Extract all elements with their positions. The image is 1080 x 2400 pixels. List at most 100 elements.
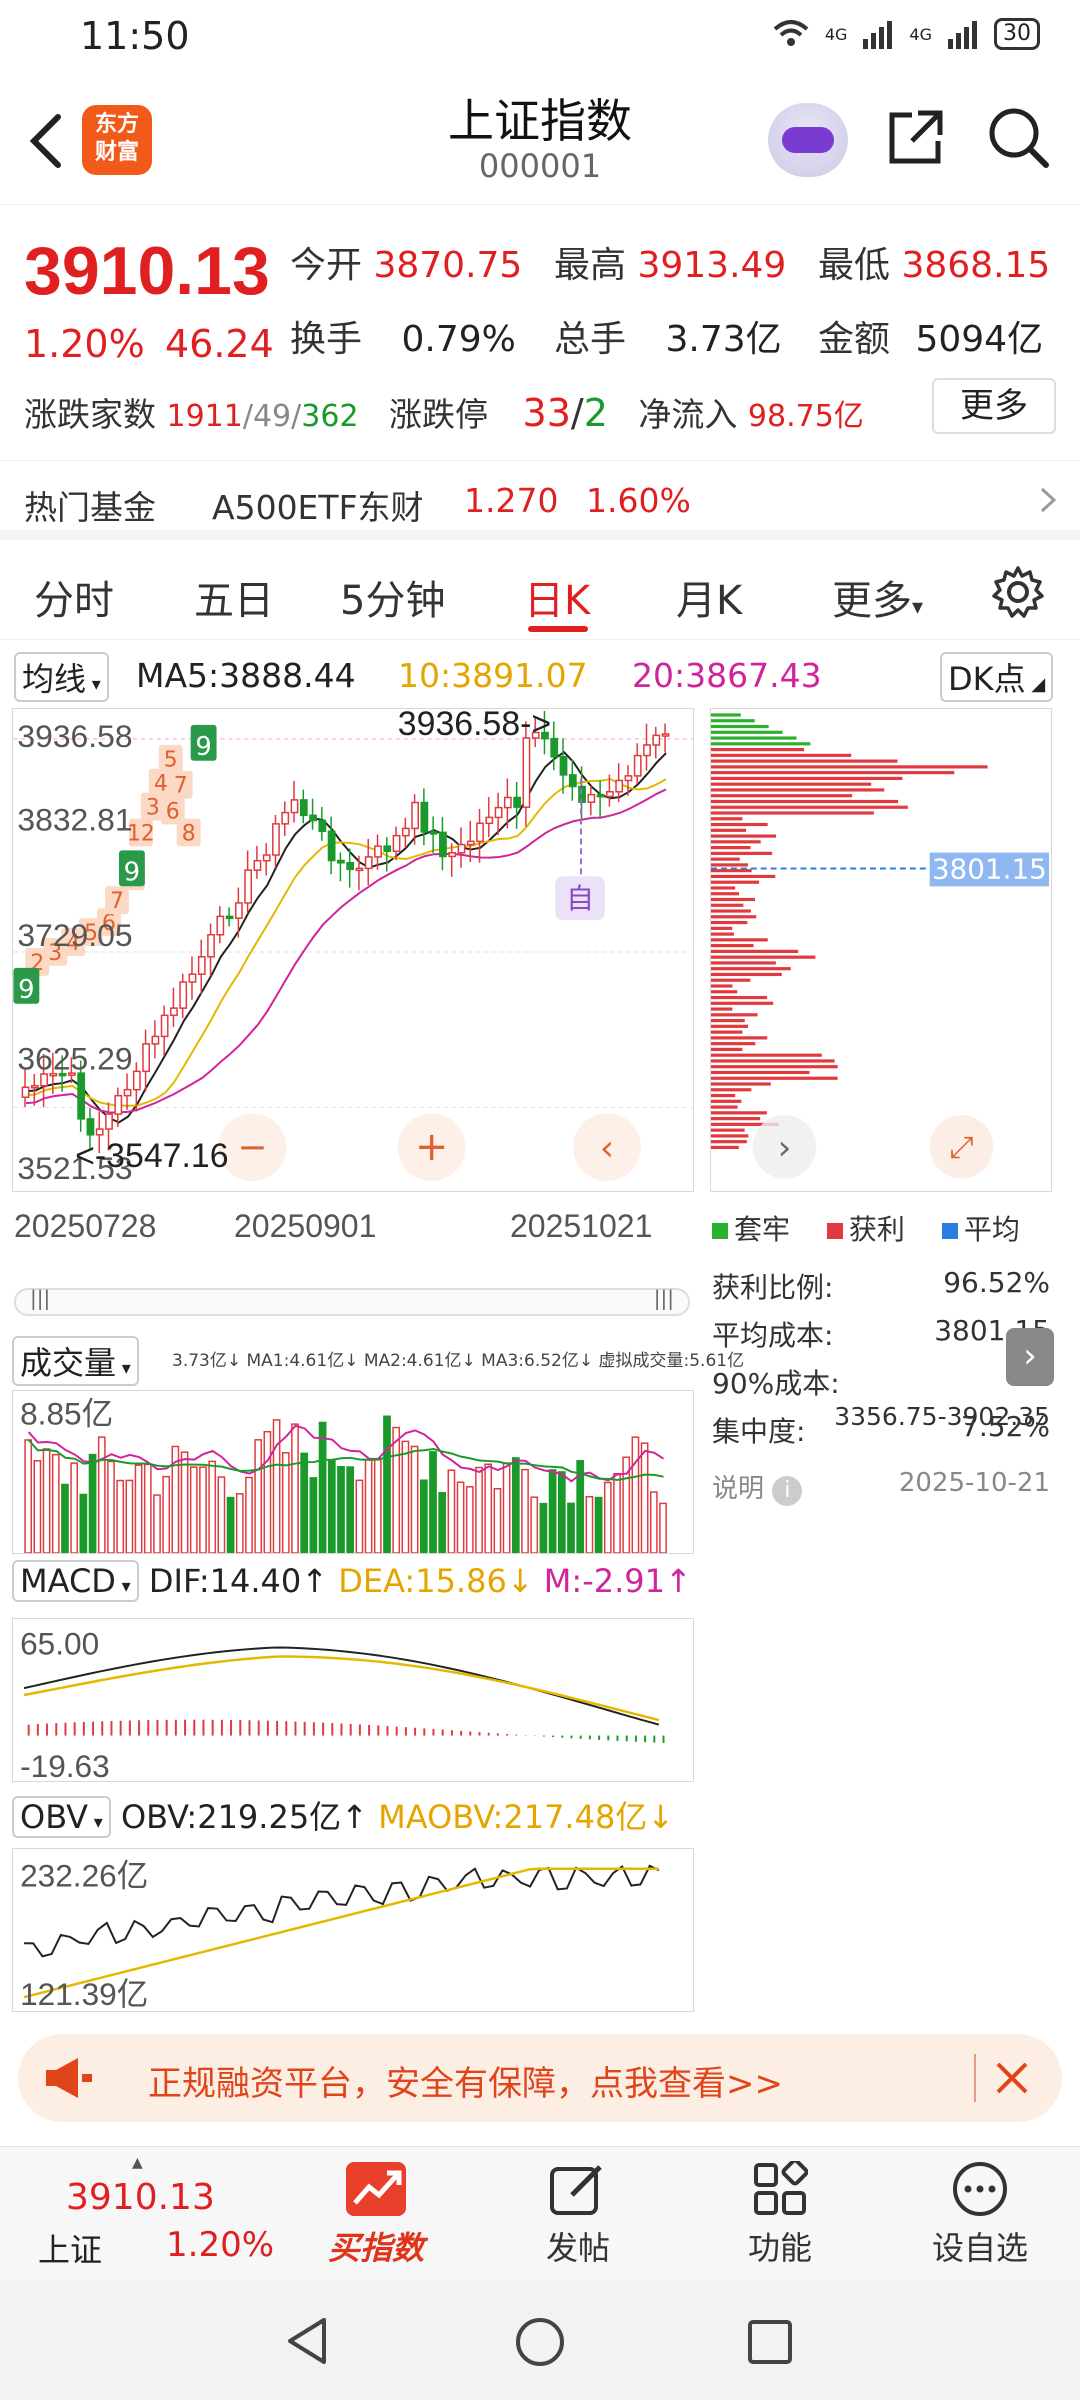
battery-icon: 30 (994, 18, 1040, 50)
obv-bottom-label: 121.39亿 (20, 1976, 148, 2012)
tab-intraday[interactable]: 分时 (34, 568, 114, 626)
candle (262, 854, 271, 862)
volume-bar (649, 1491, 658, 1553)
chip-bar (711, 828, 747, 832)
profit-ratio-label: 获利比例: (712, 1271, 834, 1304)
kline-chart[interactable]: 543126782345678999 自 − + ‹ 3936.58 3832.… (12, 708, 694, 1192)
macd-selector[interactable]: MACD ▾ (12, 1560, 139, 1602)
candle (142, 1043, 150, 1073)
ma-selector[interactable]: 均线 ▾ (14, 652, 109, 702)
volume-label: 总手 (554, 319, 627, 360)
volume-bar (61, 1483, 69, 1553)
functions-button[interactable]: 功能 (700, 2161, 860, 2269)
post-button[interactable]: 发帖 (498, 2161, 658, 2269)
volume-bar (640, 1442, 649, 1553)
chip-bar (711, 1134, 749, 1138)
chip-bar (711, 1076, 838, 1080)
ma-row: 均线 ▾ MA5:3888.44 10:3891.07 20:3867.43 D… (0, 650, 1080, 702)
search-icon[interactable] (986, 105, 1050, 169)
chip-bar (711, 880, 760, 884)
tab-five-day[interactable]: 五日 (194, 568, 274, 626)
tab-more[interactable]: 更多▾ (832, 568, 923, 626)
candle (290, 799, 299, 814)
chip-bar (711, 719, 755, 723)
open-value: 3870.75 (373, 245, 523, 286)
volume-bar (364, 1458, 373, 1553)
home-circle-icon[interactable] (514, 2316, 566, 2368)
back-triangle-icon[interactable] (284, 2316, 332, 2366)
volume-bar (116, 1479, 125, 1553)
more-stats-button[interactable]: 更多 (932, 378, 1056, 434)
info-icon[interactable]: i (772, 1476, 803, 1506)
gear-icon[interactable] (990, 564, 1046, 620)
chip-bar (711, 713, 741, 717)
add-watchlist-button[interactable]: 设自选 (900, 2161, 1060, 2269)
candle (123, 1088, 132, 1097)
high-label: 最高 (554, 245, 627, 286)
sequence-marker: 3 (146, 796, 160, 821)
close-icon[interactable] (990, 2056, 1034, 2100)
chip-bar (711, 967, 791, 971)
tab-daily-k[interactable]: 日K (524, 568, 590, 626)
share-icon[interactable] (884, 105, 948, 169)
obv-chart[interactable]: 232.26亿 121.39亿 (12, 1848, 694, 2012)
volume-bar (659, 1502, 667, 1553)
svg-text:−: − (237, 1127, 267, 1168)
ma5-value: MA5:3888.44 (136, 656, 356, 695)
volume-bar (42, 1448, 51, 1553)
chip-bar (711, 753, 852, 757)
candle (568, 774, 577, 788)
buy-index-button[interactable]: 买指数 (296, 2161, 456, 2269)
chip-distribution-chart[interactable]: 3801.15 › ⤢ (710, 708, 1052, 1192)
recents-square-icon[interactable] (746, 2318, 794, 2366)
volume-bar (337, 1465, 345, 1553)
index-quote-tile[interactable]: ▲ 3910.13 上证 1.20% (20, 2155, 274, 2273)
chip-bar (711, 926, 733, 930)
chip-bar (711, 984, 733, 988)
dk-point-button[interactable]: DK点 ◢ (940, 652, 1054, 702)
tab-monthly-k[interactable]: 月K (676, 568, 742, 626)
candle (550, 737, 559, 758)
obv-selector[interactable]: OBV ▾ (12, 1796, 111, 1838)
candle (392, 834, 401, 853)
ai-assistant-icon[interactable] (768, 103, 848, 177)
chip-bar (711, 811, 874, 815)
change-percent: 1.20% (24, 322, 145, 366)
high-value: 3913.49 (637, 245, 787, 286)
volume-bar (199, 1466, 207, 1553)
chart-scrollbar[interactable]: ||| ||| (14, 1286, 690, 1316)
volume-selector[interactable]: 成交量 ▾ (12, 1336, 139, 1386)
candle (503, 796, 512, 809)
turnover-value: 0.79% (401, 319, 516, 360)
volume-bar (272, 1419, 281, 1553)
volume-bar (502, 1462, 511, 1553)
candle (448, 852, 457, 858)
volume-bar (180, 1451, 189, 1553)
dk-point-label: DK点 (948, 660, 1026, 698)
volume-bar (235, 1493, 244, 1553)
hot-fund-row[interactable]: 热门基金 A500ETF东财 1.270 1.60% (0, 460, 1080, 540)
macd-chart[interactable]: 65.00 -19.63 (12, 1618, 694, 1782)
tab-5min[interactable]: 5分钟 (340, 568, 445, 626)
expand-panel-button[interactable]: › (1006, 1328, 1054, 1386)
volume-bar (33, 1460, 42, 1553)
volume-bar (410, 1445, 419, 1553)
chip-bar (711, 938, 768, 942)
active-tab-indicator (528, 626, 588, 632)
volume-bar (327, 1459, 336, 1553)
volume-chart[interactable]: 8.85亿 (12, 1390, 694, 1554)
volume-top-label: 8.85亿 (20, 1396, 113, 1432)
ad-banner[interactable]: 正规融资平台，安全有保障，点我查看>> (18, 2034, 1062, 2122)
chip-bar (711, 782, 872, 786)
buy-index-label: 买指数 (327, 2229, 424, 2267)
chip-bar (711, 857, 740, 861)
candle (132, 1070, 141, 1091)
low-label: 最低 (818, 245, 891, 286)
candle (318, 819, 327, 833)
volume-bar (24, 1439, 33, 1553)
volume-bar (585, 1495, 594, 1553)
volume-bar (300, 1452, 309, 1553)
note-label[interactable]: 说明 (712, 1474, 764, 1504)
chip-bar (711, 846, 751, 850)
chip-bar (711, 765, 988, 769)
